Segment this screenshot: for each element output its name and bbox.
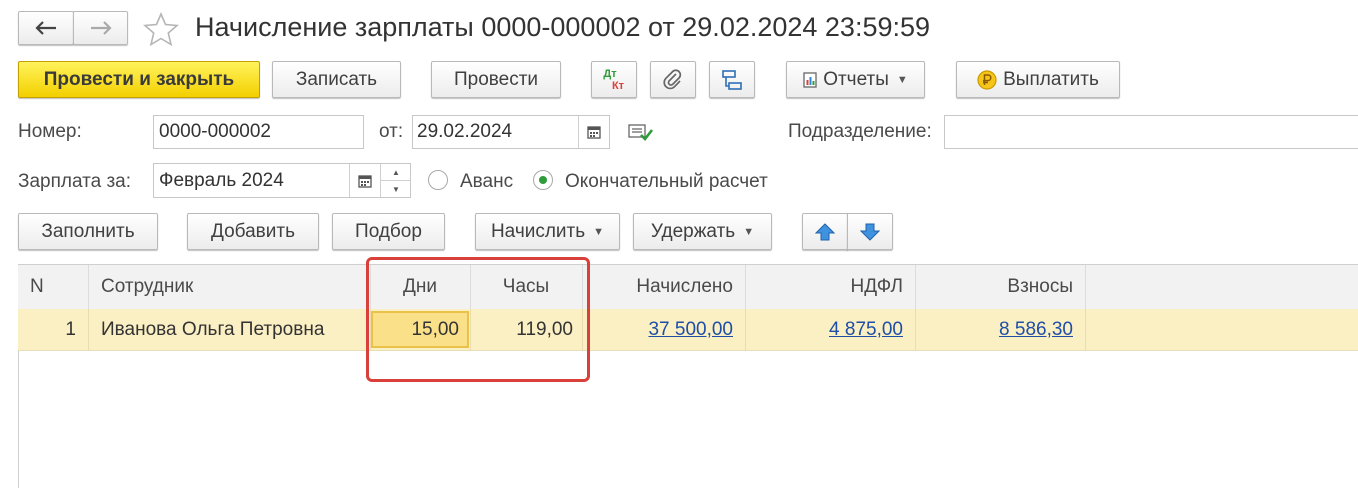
cell-contributions[interactable]: 8 586,30 — [915, 309, 1073, 350]
post-button[interactable]: Провести — [431, 61, 561, 98]
page-title: Начисление зарплаты 0000-000002 от 29.02… — [195, 12, 931, 42]
back-button[interactable] — [18, 11, 74, 45]
radio-selected-dot — [539, 176, 547, 184]
dt-kt-button[interactable]: Дт Кт — [591, 61, 637, 98]
period-spin-up[interactable]: ▲ — [380, 164, 411, 181]
chevron-down-icon: ▼ — [743, 225, 755, 238]
hierarchy-icon — [722, 69, 742, 90]
column-header-accrued[interactable]: Начислено — [582, 265, 733, 309]
highlight-frame — [366, 257, 590, 382]
reports-button[interactable]: Отчеты ▼ — [786, 61, 925, 98]
column-divider — [1085, 265, 1086, 309]
structure-button[interactable] — [709, 61, 755, 98]
document-status-icon[interactable] — [628, 121, 654, 143]
withhold-label: Удержать — [650, 220, 736, 242]
paperclip-icon — [663, 68, 682, 89]
kt-icon-label: Кт — [611, 79, 625, 92]
chevron-down-icon: ▼ — [593, 225, 605, 238]
number-field[interactable]: 0000-000002 — [153, 115, 364, 149]
column-divider — [88, 265, 89, 309]
accrue-label: Начислить — [490, 220, 586, 242]
arrow-right-icon — [90, 21, 112, 35]
arrow-down-icon — [860, 223, 880, 241]
table-row[interactable]: 1 Иванова Ольга Петровна 15,00 119,00 37… — [18, 309, 1358, 351]
move-down-button[interactable] — [847, 213, 893, 250]
cell-employee[interactable]: Иванова Ольга Петровна — [101, 309, 366, 350]
calendar-icon — [358, 174, 372, 188]
number-label: Номер: — [18, 121, 82, 142]
withhold-button[interactable]: Удержать ▼ — [633, 213, 772, 250]
accrue-button[interactable]: Начислить ▼ — [475, 213, 620, 250]
fill-button[interactable]: Заполнить — [18, 213, 158, 250]
cell-accrued[interactable]: 37 500,00 — [582, 309, 733, 350]
column-header-ndfl[interactable]: НДФЛ — [745, 265, 903, 309]
department-label: Подразделение: — [788, 121, 932, 142]
attach-button[interactable] — [650, 61, 696, 98]
row-divider — [88, 309, 89, 350]
accrued-link[interactable]: 37 500,00 — [648, 319, 733, 341]
calendar-icon — [587, 126, 601, 139]
cell-ndfl[interactable]: 4 875,00 — [745, 309, 903, 350]
contributions-link[interactable]: 8 586,30 — [999, 319, 1073, 341]
column-header-contributions[interactable]: Взносы — [915, 265, 1073, 309]
chevron-down-icon: ▼ — [896, 73, 908, 86]
post-and-close-button[interactable]: Провести и закрыть — [18, 61, 260, 98]
radio-final[interactable] — [533, 170, 553, 190]
date-field[interactable]: 29.02.2024 — [412, 115, 610, 149]
radio-advance[interactable] — [428, 170, 448, 190]
arrow-left-icon — [35, 21, 56, 35]
pay-button[interactable]: Выплатить — [956, 61, 1120, 98]
period-label: Зарплата за: — [18, 171, 132, 192]
period-spin-down[interactable]: ▼ — [380, 181, 411, 197]
arrow-up-icon — [815, 222, 835, 240]
calendar-button[interactable] — [578, 116, 609, 148]
dt-icon-label: Дт — [603, 67, 617, 80]
forward-button[interactable] — [73, 11, 128, 45]
period-calendar-button[interactable] — [349, 164, 380, 197]
cell-n[interactable]: 1 — [18, 309, 76, 350]
column-header-employee[interactable]: Сотрудник — [101, 265, 361, 309]
save-button[interactable]: Записать — [272, 61, 401, 98]
period-value: Февраль 2024 — [159, 169, 284, 191]
radio-final-label[interactable]: Окончательный расчет — [565, 171, 768, 193]
radio-advance-label[interactable]: Аванс — [460, 171, 513, 193]
table-header: N Сотрудник Дни Часы Начислено НДФЛ Взно… — [18, 264, 1358, 310]
column-header-n[interactable]: N — [30, 265, 85, 309]
select-button[interactable]: Подбор — [332, 213, 445, 250]
department-field[interactable] — [944, 115, 1358, 149]
row-divider — [1085, 309, 1086, 350]
period-field[interactable]: Февраль 2024 ▲ ▼ — [153, 163, 411, 198]
pay-label: Выплатить — [1003, 68, 1099, 90]
report-icon — [803, 71, 817, 88]
favorite-star-icon[interactable] — [143, 11, 179, 47]
ruble-coin-icon — [977, 69, 997, 90]
date-label: от: — [379, 121, 404, 142]
add-button[interactable]: Добавить — [187, 213, 319, 250]
ndfl-link[interactable]: 4 875,00 — [829, 319, 903, 341]
reports-label: Отчеты — [823, 68, 889, 90]
date-value: 29.02.2024 — [417, 121, 513, 142]
move-up-button[interactable] — [802, 213, 848, 250]
